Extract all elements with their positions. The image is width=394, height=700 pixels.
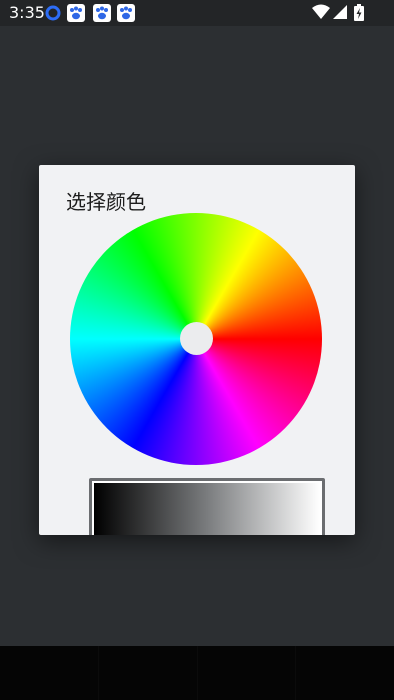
nav-segment[interactable] — [0, 646, 99, 700]
signal-icon — [333, 4, 347, 24]
color-picker-dialog: 选择颜色 — [39, 165, 355, 535]
dialog-title: 选择颜色 — [66, 190, 146, 214]
nav-segment[interactable] — [296, 646, 394, 700]
wifi-icon — [312, 4, 330, 24]
paw-app-icon — [117, 4, 135, 22]
battery-charging-icon — [354, 4, 364, 25]
navigation-bar — [0, 646, 394, 700]
nav-segment[interactable] — [99, 646, 198, 700]
paw-app-icon — [93, 4, 111, 22]
brightness-slider[interactable] — [89, 478, 325, 535]
status-time: 3:35 — [9, 3, 45, 22]
nav-segment[interactable] — [198, 646, 297, 700]
status-bar: 3:35 — [0, 0, 394, 26]
paw-app-icon — [67, 4, 85, 22]
browser-notification-icon — [44, 4, 62, 22]
brightness-gradient — [94, 483, 320, 535]
color-wheel-center[interactable] — [180, 322, 213, 355]
